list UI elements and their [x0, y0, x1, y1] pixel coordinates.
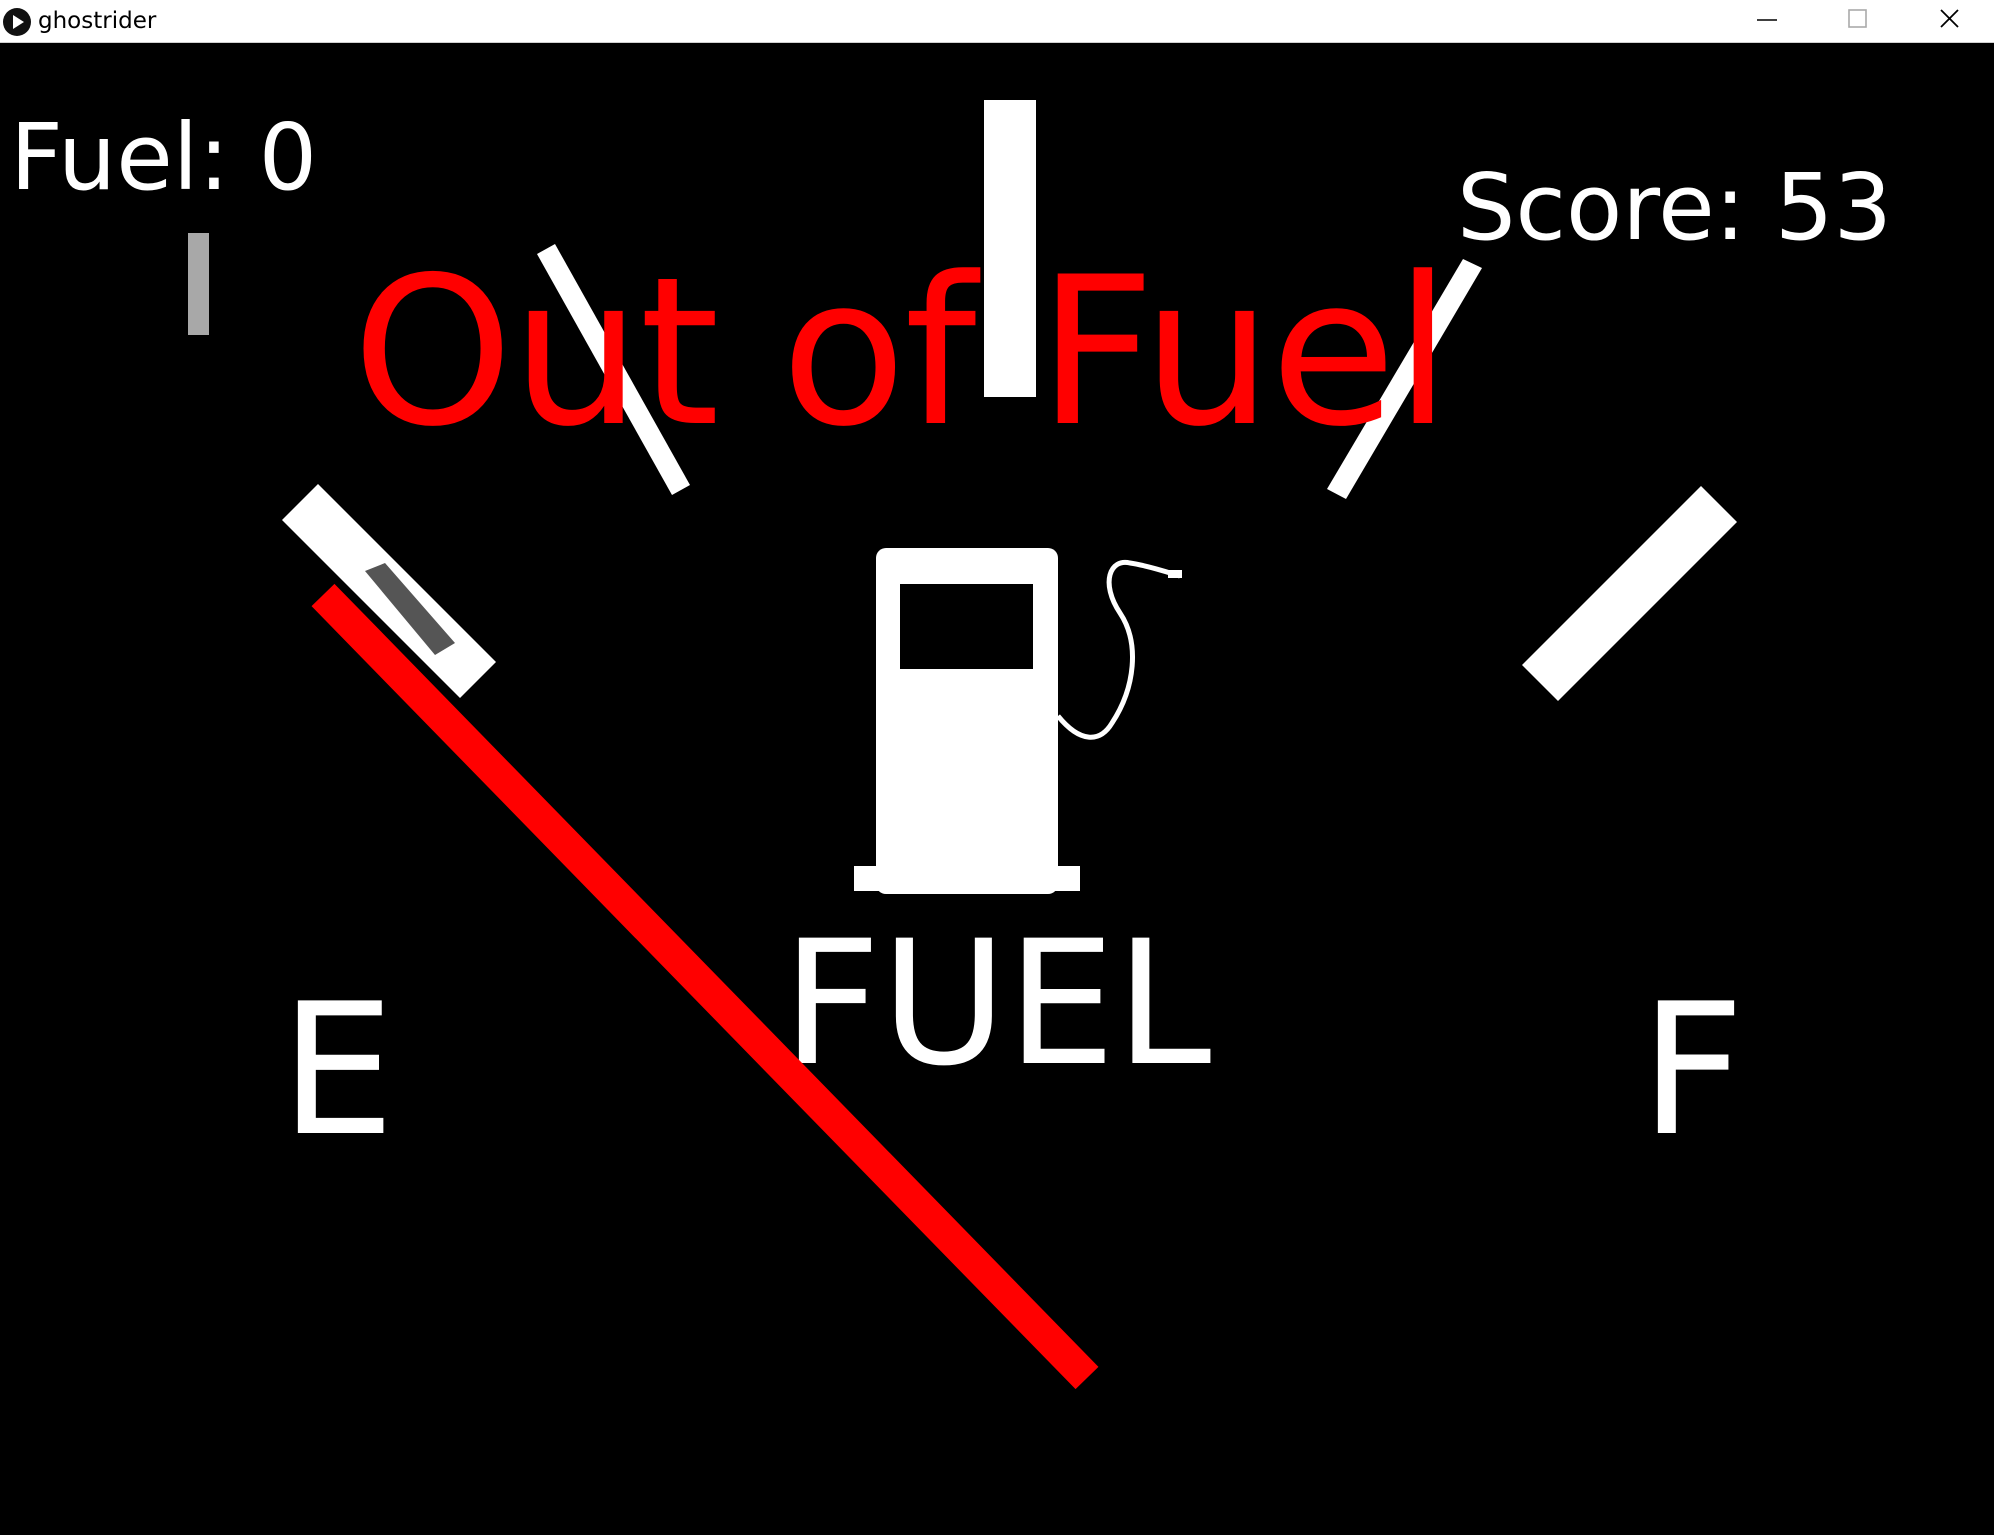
close-icon: [1940, 9, 1959, 28]
window-title: ghostrider: [38, 8, 157, 34]
maximize-button[interactable]: [1812, 0, 1902, 43]
fuel-pump-icon: [854, 548, 1182, 894]
gauge-caption: FUEL: [782, 903, 1211, 1104]
out-of-fuel-banner: Out of Fuel: [352, 234, 1451, 472]
score-readout: Score: 53: [1457, 154, 1892, 261]
gauge-tick-shadow: [188, 233, 209, 335]
game-canvas[interactable]: FUEL E F Fuel: 0 Score: 53 Out of Fuel: [0, 43, 1994, 1535]
close-button[interactable]: [1904, 0, 1994, 43]
fuel-readout: Fuel: 0: [10, 104, 318, 211]
minimize-button[interactable]: [1722, 0, 1812, 43]
gauge-empty-label: E: [280, 964, 395, 1176]
gauge-full-label: F: [1640, 964, 1745, 1176]
title-bar: ghostrider: [0, 0, 1994, 43]
play-circle-icon: [3, 8, 31, 36]
gauge-tick-5: [1522, 486, 1737, 701]
minimize-icon: [1757, 19, 1777, 21]
maximize-icon: [1848, 9, 1867, 28]
